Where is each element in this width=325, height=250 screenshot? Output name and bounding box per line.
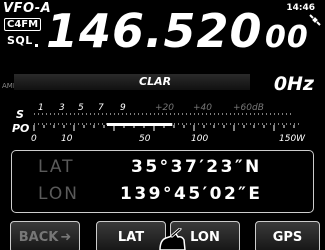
gps-button[interactable]: GPS <box>255 221 320 250</box>
po-tick-label: 100 <box>191 134 208 144</box>
meter-scale: 1 3 5 7 9 +20 +40 +60dB 0 10 50 100 150W <box>31 103 306 144</box>
lat-button-label: LAT <box>117 229 145 245</box>
po-tick-label: 50 <box>139 134 151 144</box>
lon-value: 139°45′02″E <box>120 184 263 204</box>
lon-label: LON <box>38 184 79 204</box>
mode-badge[interactable]: C4FM <box>4 18 42 31</box>
lat-value: 35°37′23″N <box>131 157 262 177</box>
frequency-sub[interactable]: 00 <box>265 20 309 56</box>
meter: S PO 1 3 5 7 9 +20 +40 +60dB 0 10 50 100 150W <box>12 101 318 147</box>
s-tick-label: 5 <box>78 103 84 113</box>
radio-display: VFO-A C4FM SQL 14:46 146.520 00 AMP1 CLA… <box>0 0 325 250</box>
s-tick-label: 3 <box>59 103 65 113</box>
gps-button-label: GPS <box>272 229 303 245</box>
vfo-label: VFO-A <box>3 1 52 16</box>
s-tick-label: 9 <box>120 103 126 113</box>
s-tick-label: 7 <box>98 103 104 113</box>
gps-panel: LAT 35°37′23″N LON 139°45′02″E <box>11 150 314 213</box>
po-tick-label: 0 <box>31 134 37 144</box>
sql-label: SQL <box>7 34 33 47</box>
pointing-hand-icon <box>158 227 188 250</box>
po-tick-label: 150W <box>279 134 306 144</box>
satellite-icon <box>308 13 322 30</box>
s-tick-label: +60dB <box>233 103 264 113</box>
s-tick-label: +20 <box>155 103 174 113</box>
clar-offset: 0Hz <box>273 73 314 95</box>
sql-indicator <box>35 44 38 47</box>
back-button-label: BACK <box>18 229 59 245</box>
lon-button-label: LON <box>190 229 220 245</box>
s-tick-label: +40 <box>193 103 212 113</box>
frequency-main[interactable]: 146.520 <box>46 5 263 57</box>
clar-bar <box>14 74 250 90</box>
clar-label: CLAR <box>139 75 172 88</box>
po-tick-label: 10 <box>61 134 73 144</box>
lat-button[interactable]: LAT <box>96 221 166 250</box>
s-tick-label: 1 <box>38 103 44 113</box>
back-button[interactable]: BACK ➜ <box>10 221 80 250</box>
back-arrow-icon: ➜ <box>60 229 72 245</box>
po-level-bar <box>107 123 173 126</box>
clock: 14:46 <box>286 3 315 13</box>
lat-label: LAT <box>38 157 75 177</box>
